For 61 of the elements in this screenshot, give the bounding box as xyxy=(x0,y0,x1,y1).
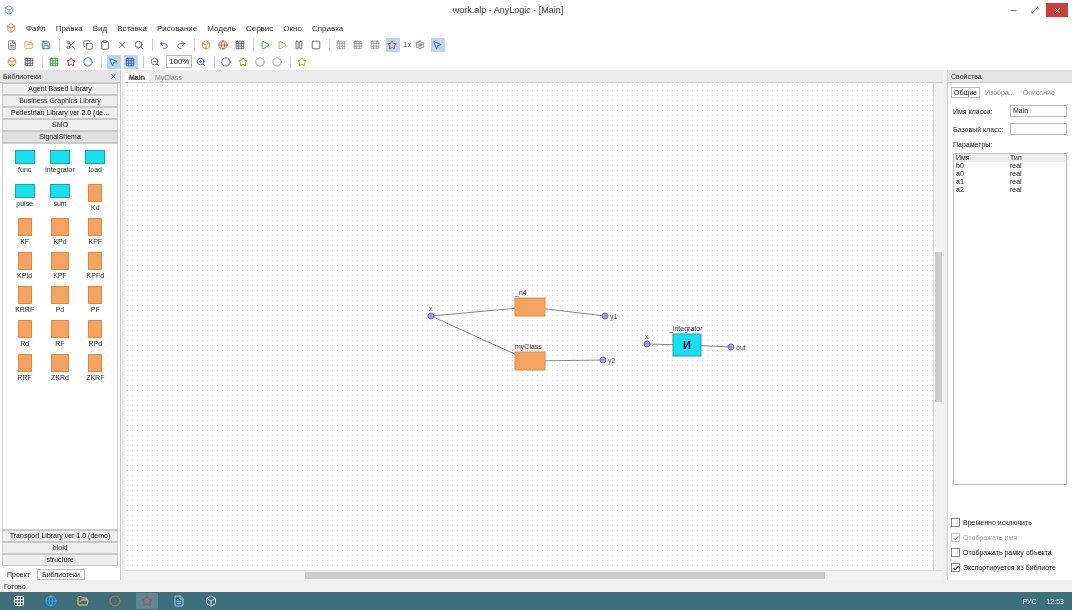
zoom-field[interactable]: 100% xyxy=(166,55,193,68)
menu-item[interactable]: Окно xyxy=(283,23,302,33)
pointer-icon[interactable] xyxy=(107,54,121,69)
checkbox[interactable] xyxy=(951,548,960,557)
cursor-icon[interactable] xyxy=(431,37,446,52)
integrator-block[interactable]: И xyxy=(672,333,702,357)
menu-item[interactable]: Файл xyxy=(26,23,46,33)
app-icon xyxy=(4,5,14,15)
close-icon[interactable] xyxy=(1052,5,1062,15)
menu-item[interactable]: Вставка xyxy=(117,23,147,33)
palette-block-icon[interactable] xyxy=(50,184,70,198)
star-icon[interactable] xyxy=(386,37,400,52)
globe-icon[interactable] xyxy=(217,37,231,52)
checkbox[interactable] xyxy=(951,518,960,527)
palette-block-icon[interactable] xyxy=(85,150,106,164)
palette-block-icon[interactable] xyxy=(50,150,70,164)
palette-block-icon[interactable] xyxy=(17,286,32,304)
palette-block-icon[interactable] xyxy=(14,150,35,164)
close-button[interactable] xyxy=(1046,3,1068,17)
palette-block-icon[interactable] xyxy=(88,354,103,372)
grid-icon[interactable] xyxy=(13,595,25,607)
port-node[interactable] xyxy=(601,312,609,320)
speed-text: 1x xyxy=(403,40,412,49)
menu-item[interactable]: Рисование xyxy=(156,23,198,33)
palette-block-icon[interactable] xyxy=(17,320,32,338)
menu-item[interactable]: Вид xyxy=(92,23,108,33)
palette-block-icon[interactable] xyxy=(88,218,103,236)
menu-item[interactable]: Модель xyxy=(207,23,236,33)
palette-block-icon[interactable] xyxy=(88,252,103,270)
port-node[interactable] xyxy=(427,312,435,320)
maximize-icon[interactable] xyxy=(1031,6,1039,14)
palette-block-icon[interactable] xyxy=(88,320,103,338)
star-icon[interactable] xyxy=(65,54,79,69)
palette-block-icon[interactable] xyxy=(17,252,32,270)
palette-block-icon[interactable] xyxy=(14,184,35,198)
document-icon[interactable] xyxy=(173,595,185,607)
star-icon[interactable] xyxy=(141,595,153,607)
copy-icon[interactable] xyxy=(82,37,96,52)
window-title: work.alp - AnyLogic - [Main] xyxy=(451,5,565,15)
menu-item[interactable]: Справка xyxy=(311,23,344,33)
circle-icon[interactable] xyxy=(82,54,96,69)
port-node[interactable] xyxy=(643,340,651,348)
palette-block-icon[interactable] xyxy=(17,218,32,236)
base-class-field[interactable] xyxy=(1010,123,1067,135)
close-icon xyxy=(110,72,117,80)
block-node[interactable] xyxy=(514,351,546,371)
port-node[interactable] xyxy=(727,343,735,351)
menu-item[interactable]: Сервис xyxy=(245,23,274,33)
app-icon xyxy=(6,23,16,33)
circle-icon[interactable] xyxy=(109,595,121,607)
palette-block-icon[interactable] xyxy=(88,286,103,304)
grid-icon[interactable] xyxy=(124,54,138,69)
globe-icon[interactable] xyxy=(45,595,57,607)
checkbox[interactable] xyxy=(951,563,960,572)
block-node[interactable] xyxy=(514,297,546,317)
folder-icon[interactable] xyxy=(77,595,89,607)
palette-block-icon[interactable] xyxy=(88,184,103,202)
menu-item[interactable]: Правка xyxy=(55,23,83,33)
box-icon[interactable] xyxy=(205,595,217,607)
port-node[interactable] xyxy=(599,356,607,364)
palette-block-icon[interactable] xyxy=(17,354,32,372)
